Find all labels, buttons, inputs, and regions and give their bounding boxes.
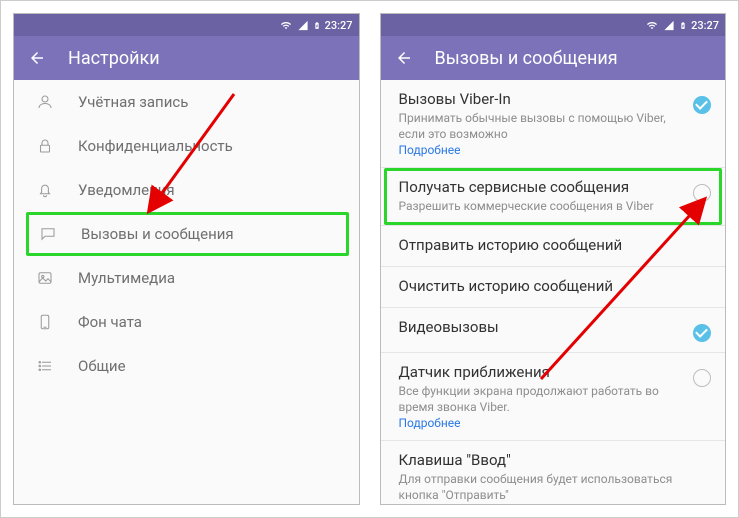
settings-item-media[interactable]: Мультимедиа bbox=[14, 256, 359, 300]
toggle-checked[interactable] bbox=[693, 96, 711, 114]
toggle-checked[interactable] bbox=[693, 324, 711, 342]
settings-item-label: Конфиденциальность bbox=[78, 137, 233, 155]
status-bar: 23:27 bbox=[14, 14, 359, 36]
settings-item-label: Учётная запись bbox=[78, 93, 188, 111]
setting-clear-history[interactable]: Очистить историю сообщений bbox=[381, 267, 726, 308]
settings-list: Учётная запись Конфиденциальность Уведом… bbox=[14, 80, 359, 504]
settings-item-general[interactable]: Общие bbox=[14, 344, 359, 388]
phone-right: 23:27 Вызовы и сообщения Вызовы Viber-In… bbox=[380, 13, 727, 505]
bell-icon bbox=[36, 181, 54, 199]
setting-proximity[interactable]: Датчик приближения Все функции экрана пр… bbox=[381, 353, 726, 441]
toggle-unchecked[interactable] bbox=[693, 369, 711, 387]
back-icon[interactable] bbox=[28, 49, 46, 67]
settings-item-privacy[interactable]: Конфиденциальность bbox=[14, 124, 359, 168]
calls-messages-list: Вызовы Viber-In Принимать обычные вызовы… bbox=[381, 80, 726, 504]
screen-title: Вызовы и сообщения bbox=[435, 48, 618, 69]
more-link[interactable]: Подробнее bbox=[399, 143, 684, 157]
battery-icon bbox=[679, 19, 687, 32]
phone-icon bbox=[36, 313, 54, 331]
more-link[interactable]: Подробнее bbox=[399, 416, 684, 430]
wifi-icon bbox=[645, 20, 659, 31]
app-bar: Вызовы и сообщения bbox=[381, 36, 726, 80]
toggle-unchecked[interactable] bbox=[693, 184, 711, 202]
signal-icon bbox=[663, 20, 675, 31]
setting-video-calls[interactable]: Видеовызовы bbox=[381, 308, 726, 353]
user-icon bbox=[36, 93, 54, 111]
settings-item-label: Вызовы и сообщения bbox=[81, 225, 234, 243]
setting-title: Отправить историю сообщений bbox=[399, 236, 712, 254]
setting-subtitle: Все функции экрана продолжают работать в… bbox=[399, 383, 684, 415]
back-icon[interactable] bbox=[395, 49, 413, 67]
wifi-icon bbox=[279, 20, 293, 31]
setting-title: Очистить историю сообщений bbox=[399, 277, 712, 295]
signal-icon bbox=[297, 20, 309, 31]
setting-subtitle: Для отправки сообщения будет использоват… bbox=[399, 471, 684, 503]
setting-title: Клавиша "Ввод" bbox=[399, 451, 684, 469]
setting-title: Получать сервисные сообщения bbox=[399, 178, 684, 196]
settings-item-label: Мультимедиа bbox=[78, 269, 175, 287]
setting-title: Датчик приближения bbox=[399, 363, 684, 381]
status-time: 23:27 bbox=[691, 19, 719, 32]
chat-icon bbox=[39, 225, 57, 243]
settings-item-calls-messages[interactable]: Вызовы и сообщения bbox=[26, 212, 349, 256]
app-bar: Настройки bbox=[14, 36, 359, 80]
setting-title: Вызовы Viber-In bbox=[399, 90, 684, 108]
status-time: 23:27 bbox=[325, 19, 353, 32]
setting-send-history[interactable]: Отправить историю сообщений bbox=[381, 226, 726, 267]
screen-title: Настройки bbox=[68, 48, 160, 69]
setting-viber-in[interactable]: Вызовы Viber-In Принимать обычные вызовы… bbox=[381, 80, 726, 168]
phone-left: 23:27 Настройки Учётная запись Конфиденц… bbox=[13, 13, 360, 505]
list-icon bbox=[36, 357, 54, 375]
media-icon bbox=[36, 269, 54, 287]
lock-icon bbox=[36, 137, 54, 155]
setting-service-messages[interactable]: Получать сервисные сообщения Разрешить к… bbox=[381, 168, 726, 225]
settings-item-label: Фон чата bbox=[78, 313, 142, 331]
setting-subtitle: Принимать обычные вызовы с помощью Viber… bbox=[399, 110, 684, 142]
battery-icon bbox=[313, 19, 321, 32]
settings-item-chat-bg[interactable]: Фон чата bbox=[14, 300, 359, 344]
setting-enter-key[interactable]: Клавиша "Ввод" Для отправки сообщения бу… bbox=[381, 441, 726, 504]
settings-item-label: Общие bbox=[78, 357, 126, 375]
status-bar: 23:27 bbox=[381, 14, 726, 36]
settings-item-notifications[interactable]: Уведомления bbox=[14, 168, 359, 212]
setting-subtitle: Разрешить коммерческие сообщения в Viber bbox=[399, 198, 684, 214]
settings-item-label: Уведомления bbox=[78, 181, 175, 199]
setting-title: Видеовызовы bbox=[399, 318, 684, 336]
settings-item-account[interactable]: Учётная запись bbox=[14, 80, 359, 124]
